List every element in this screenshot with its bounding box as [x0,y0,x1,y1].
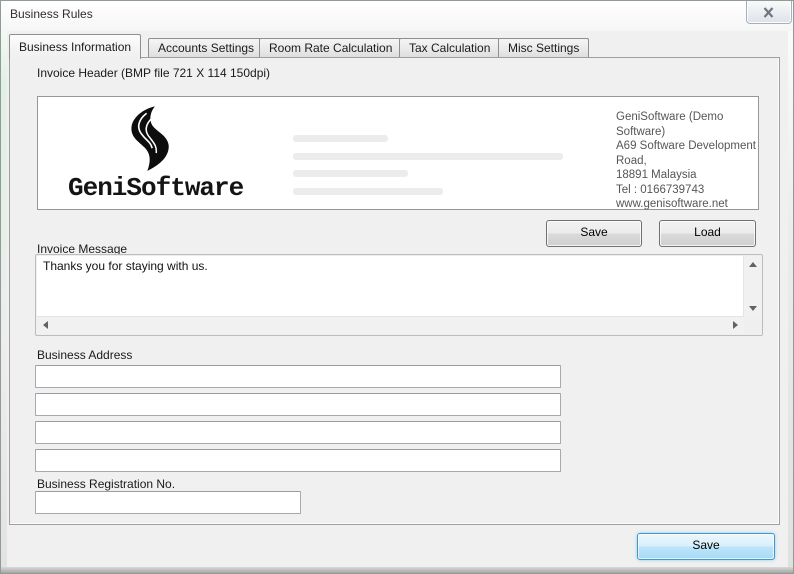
company-info-block: GeniSoftware (Demo Software) A69 Softwar… [616,110,758,212]
window-bottom-edge [1,567,793,573]
company-website: www.genisoftware.net [616,198,728,210]
business-information-panel: Invoice Header (BMP file 721 X 114 150dp… [9,57,780,525]
tab-accounts-settings[interactable]: Accounts Settings [148,38,265,58]
scroll-right-icon[interactable] [733,321,738,329]
business-address-line1-input[interactable] [35,365,561,388]
header-save-button[interactable]: Save [546,220,642,247]
title-bar[interactable]: Business Rules [1,1,793,31]
scroll-down-icon[interactable] [749,306,757,311]
window-right-edge [788,1,793,573]
tab-room-rate-calculation[interactable]: Room Rate Calculation [259,38,403,58]
business-address-line3-input[interactable] [35,421,561,444]
horizontal-scrollbar[interactable] [37,316,744,334]
flame-logo-icon [131,106,169,171]
business-registration-label: Business Registration No. [37,477,176,491]
close-button[interactable] [746,1,792,24]
business-address-label: Business Address [37,348,133,362]
header-load-button[interactable]: Load [659,220,756,247]
invoice-header-image-preview: GeniSoftware GeniSoftware (Demo Software… [37,96,759,210]
faint-watermark-line [293,135,388,142]
scroll-left-icon[interactable] [43,321,48,329]
invoice-header-label: Invoice Header (BMP file 721 X 114 150dp… [37,66,271,80]
invoice-message-box: Thanks you for staying with us. [35,254,763,336]
business-address-line4-input[interactable] [35,449,561,472]
company-street: A69 Software Development Road, [616,140,756,167]
business-address-line2-input[interactable] [35,393,561,416]
faint-watermark-line [293,188,443,195]
company-country: 18891 Malaysia [616,169,697,181]
logo-wordmark: GeniSoftware [68,173,244,203]
invoice-message-input[interactable]: Thanks you for staying with us. [37,256,744,317]
company-phone: Tel : 0166739743 [616,183,705,196]
close-icon [763,7,774,18]
business-registration-input[interactable] [35,491,301,514]
window-left-edge [1,1,7,573]
faint-watermark-line [293,170,408,177]
footer-save-button[interactable]: Save [637,533,775,560]
vertical-scrollbar[interactable] [743,256,761,317]
tab-business-information[interactable]: Business Information [9,34,142,59]
business-rules-dialog: Business Rules Business Information Acco… [0,0,794,574]
faint-watermark-line [293,153,563,160]
company-name: GeniSoftware (Demo Software) [616,111,724,138]
window-title: Business Rules [10,7,93,21]
tab-misc-settings[interactable]: Misc Settings [498,38,590,58]
tab-tax-calculation[interactable]: Tax Calculation [399,38,501,58]
scroll-up-icon[interactable] [749,262,757,267]
